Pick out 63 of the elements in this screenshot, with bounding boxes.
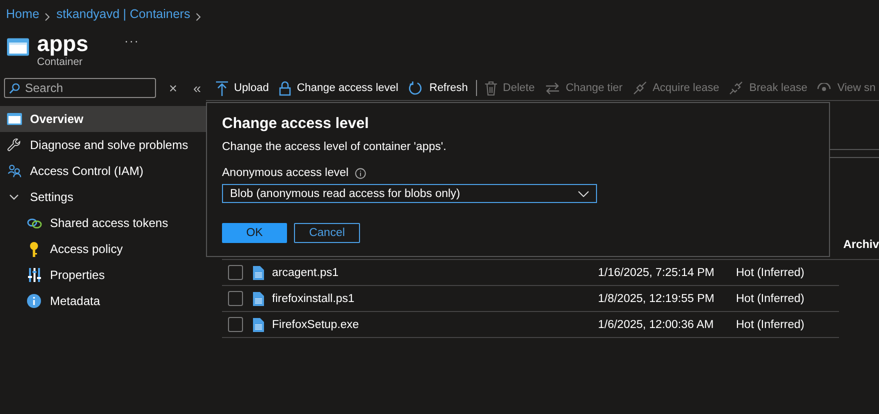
toolbar-button[interactable]: Upload xyxy=(216,80,269,96)
dialog-description: Change the access level of container 'apps'. xyxy=(222,141,448,153)
file-name[interactable]: arcagent.ps1 xyxy=(272,266,338,278)
refresh-icon xyxy=(408,80,424,96)
sidebar-item[interactable]: Diagnose and solve problems xyxy=(0,132,206,158)
file-icon xyxy=(253,266,264,280)
container-icon xyxy=(7,38,29,56)
modified-date: 1/6/2025, 12:00:36 AM xyxy=(598,318,715,330)
modified-date: 1/8/2025, 12:19:55 PM xyxy=(598,292,716,304)
info-icon xyxy=(27,294,41,308)
chain-link-icon xyxy=(26,218,42,228)
modified-date: 1/16/2025, 7:25:14 PM xyxy=(598,266,716,278)
sidebar-item[interactable]: Access policy xyxy=(0,236,206,262)
page-subtitle: Container xyxy=(37,56,84,68)
dialog-title: Change access level xyxy=(222,115,370,132)
sidebar-item[interactable]: Access Control (IAM) xyxy=(0,158,206,184)
collapse-button[interactable]: « xyxy=(193,80,201,96)
clear-button[interactable]: × xyxy=(169,80,178,96)
sidebar-item[interactable]: Shared access tokens xyxy=(0,210,206,236)
people-icon xyxy=(6,164,22,178)
more-button[interactable]: ··· xyxy=(124,34,140,48)
eye-icon xyxy=(817,83,832,93)
access-level-dropdown[interactable]: Blob (anonymous read access for blobs only) xyxy=(222,184,597,203)
swap-arrows-icon xyxy=(544,82,560,94)
row-checkbox[interactable] xyxy=(228,317,243,332)
file-name[interactable]: firefoxinstall.ps1 xyxy=(272,292,354,304)
chevron-icon xyxy=(196,13,202,21)
sliders-icon xyxy=(28,268,40,282)
file-name[interactable]: FirefoxSetup.exe xyxy=(272,318,359,330)
search-icon xyxy=(9,82,20,94)
ok-button[interactable]: OK xyxy=(222,223,287,243)
breadcrumb-link[interactable]: Home xyxy=(6,7,40,21)
column-header[interactable]: Archiv xyxy=(843,239,879,251)
file-icon xyxy=(253,292,264,306)
field-label: Anonymous access level xyxy=(222,167,349,179)
chevron-icon xyxy=(45,13,50,21)
link-icon xyxy=(632,81,647,95)
broken-link-icon xyxy=(729,81,744,95)
toolbar-button[interactable]: Refresh xyxy=(408,80,468,96)
breadcrumb-link[interactable]: stkandyavd | Containers xyxy=(56,7,190,21)
cancel-button[interactable]: Cancel xyxy=(294,223,360,243)
tier-label: Hot (Inferred) xyxy=(736,266,804,278)
row-checkbox[interactable] xyxy=(228,291,243,306)
toolbar-button[interactable]: Change access level xyxy=(278,80,398,96)
info-icon xyxy=(354,168,366,178)
wrench-icon xyxy=(7,138,21,152)
container-icon xyxy=(6,113,22,125)
sidebar-item[interactable]: Properties xyxy=(0,262,206,288)
sidebar-item[interactable]: Metadata xyxy=(0,288,206,314)
search-field[interactable]: Search xyxy=(4,78,156,98)
key-icon xyxy=(29,242,39,256)
page-title: apps xyxy=(37,32,88,56)
chevron-down-icon xyxy=(578,190,589,196)
chevron-icon xyxy=(9,194,19,200)
trash-icon xyxy=(484,80,497,96)
row-checkbox[interactable] xyxy=(228,265,243,280)
lock-icon xyxy=(278,80,291,96)
tier-label: Hot (Inferred) xyxy=(736,292,804,304)
file-icon xyxy=(253,318,264,332)
upload-icon xyxy=(216,80,228,96)
sidebar-item[interactable]: Settings xyxy=(0,184,206,210)
sidebar-item[interactable]: Overview xyxy=(0,106,206,132)
tier-label: Hot (Inferred) xyxy=(736,318,804,330)
